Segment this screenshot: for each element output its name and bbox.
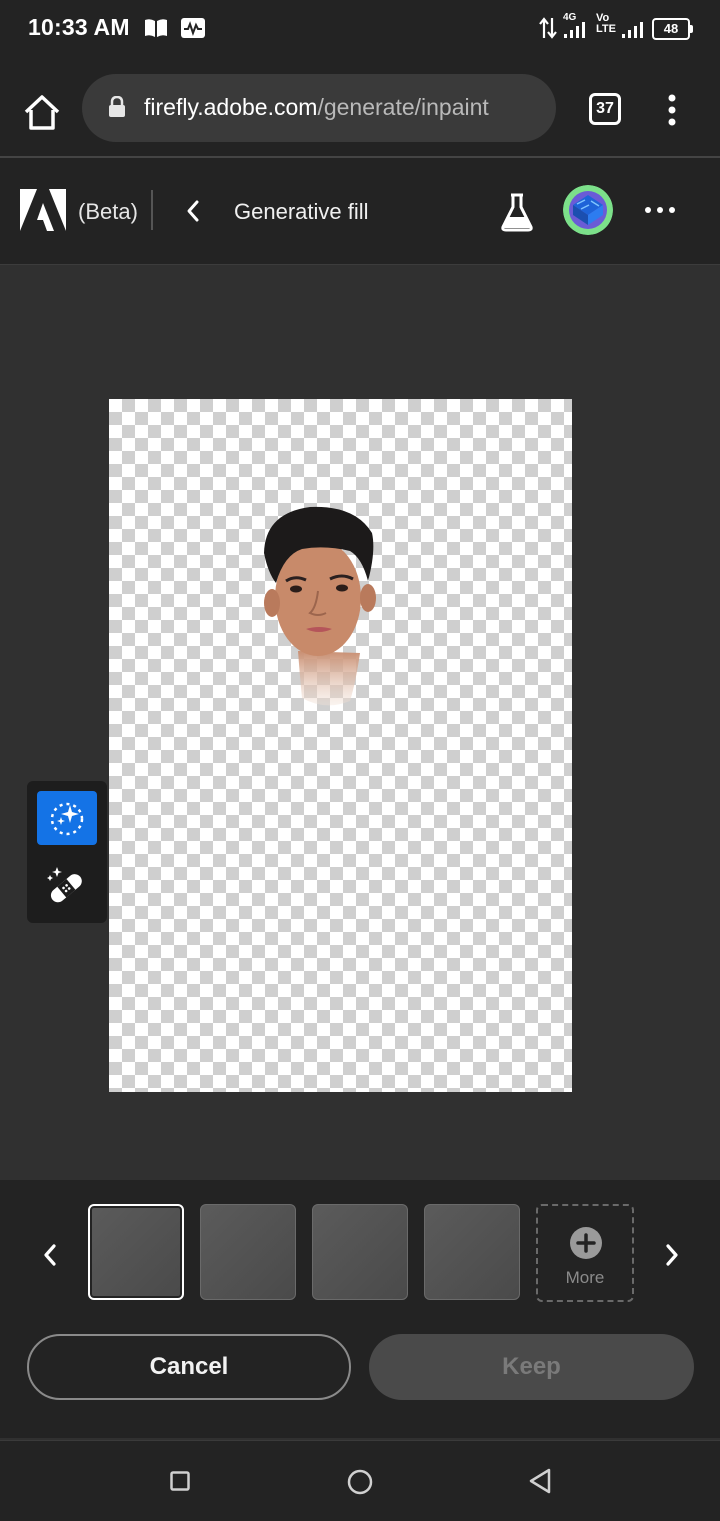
battery-icon: 48 — [652, 18, 693, 40]
volte-label: Vo LTE — [596, 12, 616, 35]
chevron-right-icon[interactable] — [660, 1240, 684, 1270]
chevron-left-icon[interactable] — [38, 1240, 62, 1270]
url-host: firefly.adobe.com — [144, 94, 318, 120]
cancel-button[interactable]: Cancel — [27, 1334, 351, 1400]
variation-thumbnail-1[interactable] — [88, 1204, 184, 1300]
insert-tool-button[interactable] — [37, 791, 97, 845]
url-text: firefly.adobe.com/generate/inpaint — [144, 94, 489, 121]
remove-tool-button[interactable] — [37, 859, 97, 913]
address-bar[interactable]: firefly.adobe.com/generate/inpaint — [82, 74, 556, 142]
more-label: More — [565, 1268, 605, 1287]
signal-icon — [564, 22, 585, 38]
activity-icon — [181, 18, 205, 38]
status-bar: 10:33 AM 4G Vo LTE 48 — [0, 0, 720, 56]
home-circle-icon[interactable] — [347, 1469, 373, 1495]
app-header: (Beta) Generative fill — [0, 158, 720, 265]
recents-square-icon[interactable] — [170, 1471, 190, 1491]
avatar[interactable] — [563, 185, 613, 235]
variation-thumbnail-4[interactable] — [424, 1204, 520, 1300]
bandage-sparkle-icon — [47, 867, 82, 903]
keep-button[interactable]: Keep — [369, 1334, 694, 1400]
browser-toolbar: firefly.adobe.com/generate/inpaint 37 — [0, 56, 720, 158]
lock-icon — [109, 96, 125, 117]
variations-panel: More Cancel Keep — [0, 1180, 720, 1438]
page-title: Generative fill — [234, 199, 369, 224]
variation-thumbnail-2[interactable] — [200, 1204, 296, 1300]
sparkle-brush-icon — [50, 802, 84, 836]
home-icon[interactable] — [20, 90, 64, 134]
labs-flask-icon[interactable] — [500, 192, 534, 232]
plus-circle-icon — [570, 1227, 602, 1259]
back-triangle-icon[interactable] — [527, 1467, 553, 1495]
tool-palette — [27, 781, 107, 923]
image-canvas[interactable] — [109, 399, 572, 1092]
adobe-logo-icon[interactable] — [20, 189, 66, 231]
variation-thumbnail-3[interactable] — [312, 1204, 408, 1300]
book-icon — [145, 19, 167, 37]
status-time: 10:33 AM — [28, 14, 130, 40]
more-horizontal-icon[interactable] — [640, 200, 680, 220]
data-arrows-icon — [539, 17, 557, 39]
chevron-left-icon[interactable] — [182, 198, 204, 224]
kebab-menu-icon[interactable] — [664, 94, 680, 126]
portrait-image — [264, 506, 376, 706]
url-path: /generate/inpaint — [317, 94, 489, 120]
system-nav-bar — [0, 1440, 720, 1521]
header-divider — [151, 190, 153, 230]
tabs-button[interactable]: 37 — [589, 93, 621, 125]
signal-icon — [622, 22, 643, 38]
beta-label: (Beta) — [78, 199, 138, 224]
more-variations-button[interactable]: More — [536, 1204, 634, 1302]
